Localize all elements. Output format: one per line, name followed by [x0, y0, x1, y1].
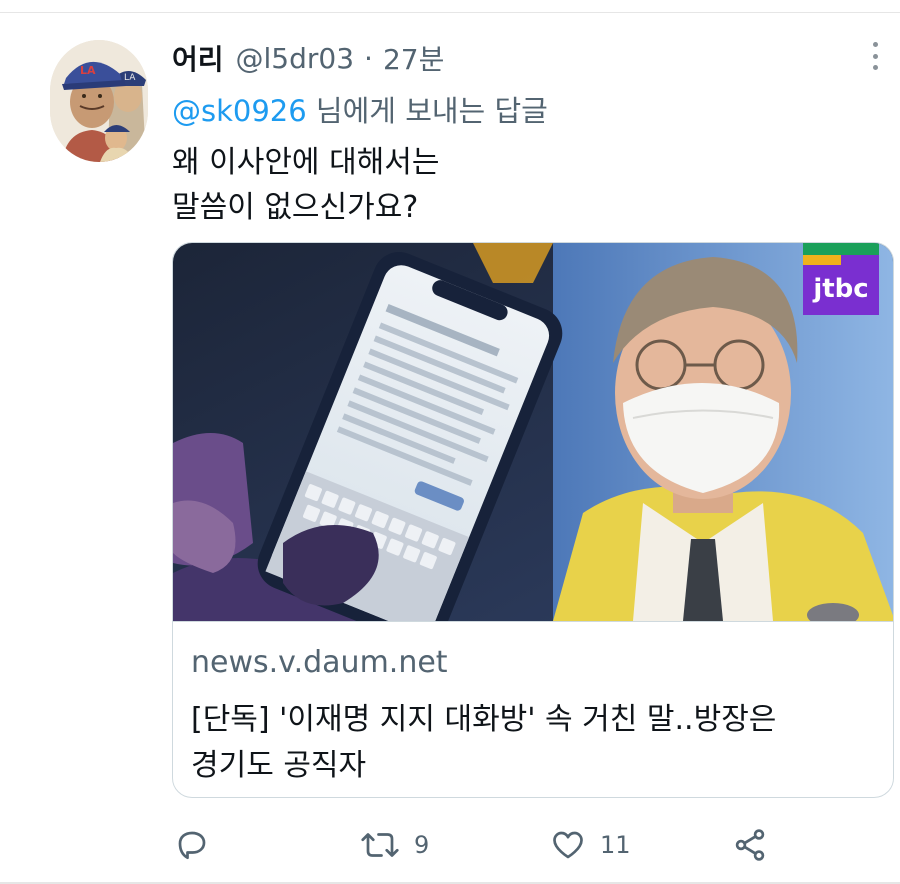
link-card[interactable]: jtbc news.v.daum.net [단독] '이재명 지지 대화방' 속… — [172, 242, 894, 798]
reply-to-suffix: 님에게 보내는 답글 — [306, 94, 548, 128]
share-button[interactable] — [732, 820, 768, 870]
display-name[interactable]: 어리 — [172, 38, 224, 78]
card-title-line: 경기도 공직자 — [191, 748, 367, 783]
tweet-actions: 9 11 — [172, 820, 872, 870]
reply-to-line: @sk0926 님에게 보내는 답글 — [172, 88, 548, 130]
card-divider — [173, 621, 893, 622]
like-button[interactable]: 11 — [550, 820, 631, 870]
card-title-line: [단독] '이재명 지지 대화방' 속 거친 말..방장은 — [191, 702, 777, 737]
jtbc-badge-text: jtbc — [812, 274, 868, 304]
share-icon — [735, 829, 765, 861]
tweet-header: 어리 @l5dr03 · 27분 — [172, 38, 444, 78]
reply-button[interactable] — [174, 820, 210, 870]
like-count: 11 — [600, 831, 631, 859]
retweet-icon — [361, 833, 399, 857]
avatar[interactable]: LA LA — [50, 40, 148, 162]
heart-icon — [553, 831, 583, 859]
retweet-count: 9 — [414, 831, 430, 859]
card-image[interactable]: jtbc — [173, 243, 894, 621]
reply-icon — [178, 831, 206, 860]
tweet-text: 왜 이사안에 대해서는 말씀이 없으신가요? — [172, 140, 852, 230]
more-options-icon[interactable] — [864, 40, 886, 72]
retweet-button[interactable]: 9 — [360, 820, 429, 870]
tweet-time[interactable]: 27분 — [383, 38, 444, 78]
card-title[interactable]: [단독] '이재명 지지 대화방' 속 거친 말..방장은 경기도 공직자 — [191, 697, 881, 789]
user-handle[interactable]: @l5dr03 — [236, 42, 355, 75]
separator-dot: · — [364, 41, 373, 75]
avatar-cap-letters: LA — [124, 73, 136, 83]
tweet-text-line: 왜 이사안에 대해서는 — [172, 145, 440, 180]
avatar-illustration: LA LA — [50, 40, 148, 162]
avatar-cap-logo: LA — [80, 64, 96, 77]
reply-to-mention[interactable]: @sk0926 — [172, 94, 307, 128]
top-divider — [0, 12, 900, 13]
tweet-text-line: 말씀이 없으신가요? — [172, 190, 419, 225]
card-domain[interactable]: news.v.daum.net — [191, 645, 448, 680]
